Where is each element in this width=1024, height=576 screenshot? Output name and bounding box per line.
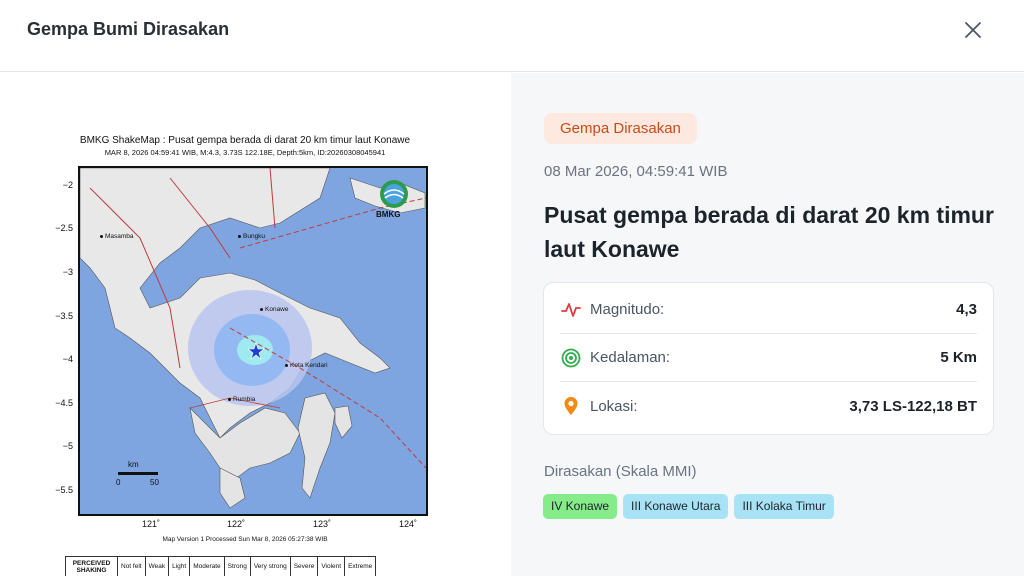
shakemap-title: BMKG ShakeMap : Pusat gempa berada di da… — [79, 135, 411, 146]
y-tick: −5 — [62, 441, 73, 451]
y-tick: −5.5 — [55, 485, 73, 495]
y-tick: −4 — [62, 354, 73, 364]
shaking-level: Moderate — [189, 556, 225, 576]
place-label: Konawe — [260, 306, 289, 313]
shaking-level: Very strong — [249, 556, 291, 576]
depth-value: 5 Km — [940, 349, 977, 366]
location-row: Lokasi: 3,73 LS-122,18 BT — [560, 382, 977, 430]
y-tick: −4.5 — [55, 398, 73, 408]
y-tick: −2 — [62, 180, 73, 190]
modal-header: Gempa Bumi Dirasakan — [0, 0, 1024, 72]
x-tick: 124˚ — [398, 519, 417, 529]
felt-title: Dirasakan (Skala MMI) — [544, 463, 697, 480]
shaking-legend-table: PERCEIVED SHAKING Not felt Weak Light Mo… — [65, 556, 377, 576]
magnitude-label: Magnitudo: — [590, 301, 665, 318]
depth-label: Kedalaman: — [590, 349, 671, 366]
place-label: Rumbia — [228, 396, 255, 403]
pulse-icon — [560, 299, 582, 321]
shakemap-version: Map Version 1 Processed Sun Mar 8, 2026 … — [162, 536, 328, 543]
felt-chip: III Konawe Utara — [623, 494, 729, 519]
y-tick: −3.5 — [55, 311, 73, 321]
shaking-level: Extreme — [344, 556, 377, 576]
y-tick: −3 — [62, 267, 73, 277]
close-icon — [965, 22, 981, 38]
bmkg-logo-text: BMKG — [376, 210, 401, 219]
modal-title: Gempa Bumi Dirasakan — [27, 19, 230, 39]
depth-row: Kedalaman: 5 Km — [560, 334, 977, 382]
scale-end: 50 — [150, 478, 159, 487]
shaking-level: Severe — [289, 556, 319, 576]
shaking-level: Violent — [317, 556, 346, 576]
shaking-level: Not felt — [117, 556, 146, 576]
felt-chip-list: IV Konawe III Konawe Utara III Kolaka Ti… — [543, 494, 834, 519]
shakemap-image: BMKG ShakeMap : Pusat gempa berada di da… — [45, 131, 445, 576]
shaking-level: Light — [168, 556, 191, 576]
scale-unit: km — [128, 460, 139, 469]
x-tick: 123˚ — [312, 519, 331, 529]
shakemap-map: Masamba Bungku Konawe Kota Kendari Rumbi… — [78, 166, 428, 516]
y-tick: −2.5 — [55, 223, 73, 233]
close-button[interactable] — [960, 17, 986, 43]
shaking-level: Strong — [223, 556, 251, 576]
shaking-header: PERCEIVED SHAKING — [65, 556, 118, 576]
shakemap-pane: BMKG ShakeMap : Pusat gempa berada di da… — [0, 73, 511, 576]
felt-chip: IV Konawe — [543, 494, 618, 519]
place-label: Bungku — [238, 233, 265, 240]
felt-chip: III Kolaka Timur — [734, 494, 834, 519]
event-headline: Pusat gempa berada di darat 20 km timur … — [544, 202, 994, 262]
shaking-level: Weak — [144, 556, 170, 576]
detail-pane: Gempa Dirasakan 08 Mar 2026, 04:59:41 WI… — [511, 73, 1024, 576]
place-label: Kota Kendari — [285, 362, 328, 369]
target-icon — [560, 347, 582, 369]
info-card: Magnitudo: 4,3 Kedalaman: 5 Km Lokasi: 3… — [543, 282, 994, 435]
scale-start: 0 — [116, 478, 121, 487]
shakemap-subtitle: MAR 8, 2026 04:59:41 WIB, M:4.3, 3.73S 1… — [104, 148, 386, 157]
x-tick: 122˚ — [226, 519, 245, 529]
status-badge: Gempa Dirasakan — [544, 113, 697, 144]
scale-bar — [118, 472, 158, 475]
map-pin-icon — [560, 395, 582, 417]
magnitude-row: Magnitudo: 4,3 — [560, 286, 977, 334]
location-label: Lokasi: — [590, 397, 638, 415]
place-label: Masamba — [100, 233, 134, 240]
location-value: 3,73 LS-122,18 BT — [849, 397, 977, 415]
x-tick: 121˚ — [141, 519, 160, 529]
magnitude-value: 4,3 — [956, 301, 977, 318]
event-datetime: 08 Mar 2026, 04:59:41 WIB — [544, 163, 728, 180]
